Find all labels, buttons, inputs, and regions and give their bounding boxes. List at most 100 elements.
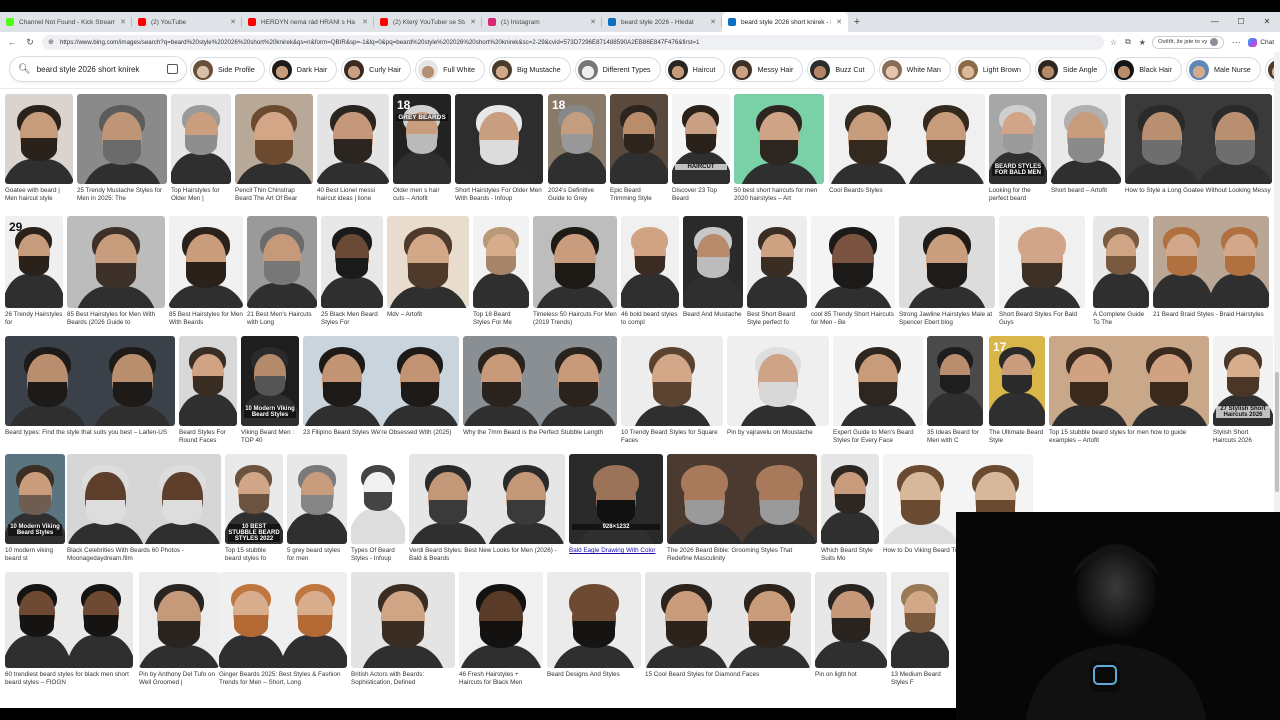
image-thumbnail[interactable] [77, 94, 167, 184]
related-search-chip[interactable]: Black Hair [1111, 57, 1183, 82]
image-caption[interactable]: Pin by vajravelu on Moustache [727, 429, 829, 437]
image-result[interactable]: Why the 7mm Beard is the Perfect Stubble… [463, 336, 617, 437]
image-result[interactable]: Mdv – Artofit [387, 216, 469, 319]
image-thumbnail[interactable] [247, 216, 317, 308]
image-caption[interactable]: The Ultimate Beard Style [989, 429, 1045, 445]
image-thumbnail[interactable] [5, 336, 175, 426]
image-caption[interactable]: cool 85 Trendy Short Haircuts for Men - … [811, 311, 895, 327]
image-result[interactable]: 23 Filipino Beard Styles We're Obsessed … [303, 336, 459, 437]
image-thumbnail[interactable] [821, 454, 879, 544]
image-thumbnail[interactable] [899, 216, 995, 308]
image-result[interactable]: 40 Best Lionel messi haircut ideas | lio… [317, 94, 389, 203]
image-thumbnail[interactable]: 29 [5, 216, 63, 308]
image-result[interactable]: 46 bold beard styles to compl [621, 216, 679, 327]
image-thumbnail[interactable] [621, 336, 723, 426]
image-result[interactable]: 10 Modern Viking Beard Styles Viking Bear… [241, 336, 299, 445]
image-caption[interactable]: 85 Best Hairstyles for Men With Beards (… [67, 311, 165, 327]
star-icon[interactable]: ☆ [1110, 38, 1117, 47]
image-result[interactable]: Best Short Beard Style perfect fo [747, 216, 807, 327]
image-thumbnail[interactable] [683, 216, 743, 308]
related-search-chip[interactable]: Male Nurse [1186, 57, 1261, 82]
image-thumbnail[interactable]: HAIRCUT [672, 94, 730, 184]
image-result[interactable]: BEARD STYLES FOR BALD MEN Looking for the… [989, 94, 1047, 203]
image-caption[interactable]: Older men s hair cuts – Artofit [393, 187, 451, 203]
image-caption[interactable]: Strong Jawline Hairstyles Male at Spence… [899, 311, 995, 327]
image-caption[interactable]: Timeless 50 Haircuts For Men (2019 Trend… [533, 311, 617, 327]
image-thumbnail[interactable] [139, 572, 219, 668]
image-caption[interactable]: Epic Beard Trimming Style [610, 187, 668, 203]
image-result[interactable]: HAIRCUT Discover 23 Top Beard [672, 94, 730, 203]
image-thumbnail[interactable]: 10 BEST STUBBLE BEARD STYLES 2022 [225, 454, 283, 544]
image-thumbnail[interactable] [169, 216, 243, 308]
image-result[interactable]: 27 Stylish Short Haircuts 2026 Stylish Sh… [1213, 336, 1273, 445]
image-caption[interactable]: Pin on light hot [815, 671, 887, 679]
image-caption[interactable]: 2024's Definitive Guide to Grey [548, 187, 606, 203]
image-thumbnail[interactable]: 10 Modern Viking Beard Styles [5, 454, 65, 544]
visual-search-icon[interactable] [167, 64, 178, 74]
image-thumbnail[interactable] [387, 216, 469, 308]
image-caption[interactable]: 5 grey beard styles for men [287, 547, 347, 563]
image-thumbnail[interactable] [455, 94, 543, 184]
tab-close-icon[interactable]: ✕ [590, 18, 596, 26]
copilot-chat-button[interactable]: Chat [1248, 37, 1274, 47]
related-search-chip[interactable]: Haircut [664, 57, 726, 82]
image-result[interactable]: Which Beard Style Suits Mo [821, 454, 879, 563]
image-caption[interactable]: Top Hairstyles for Older Men | [171, 187, 231, 203]
image-thumbnail[interactable] [463, 336, 617, 426]
image-caption[interactable]: Which Beard Style Suits Mo [821, 547, 879, 563]
image-result[interactable]: 60 trendiest beard styles for black men … [5, 572, 133, 687]
related-search-chip[interactable]: Buzz Cut [807, 57, 875, 82]
image-thumbnail[interactable] [179, 336, 237, 426]
related-search-chip[interactable]: Curly Hair [341, 57, 412, 82]
image-caption[interactable]: Bald Eagle Drawing With Color [569, 547, 663, 555]
image-caption[interactable]: The 2026 Beard Bible: Grooming Styles Th… [667, 547, 817, 563]
image-thumbnail[interactable] [1049, 336, 1209, 426]
image-caption[interactable]: 46 Fresh Hairstyles + Haircuts for Black… [459, 671, 543, 687]
image-result[interactable]: 18 2024's Definitive Guide to Grey [548, 94, 606, 203]
image-thumbnail[interactable] [1153, 216, 1269, 308]
image-result[interactable]: 29 26 Trendy Hairstyles for [5, 216, 63, 327]
image-thumbnail[interactable] [610, 94, 668, 184]
new-tab-button[interactable]: + [848, 16, 866, 28]
image-thumbnail[interactable]: 17 [989, 336, 1045, 426]
image-result[interactable]: Types Of Beard Styles - Infoup [351, 454, 405, 563]
image-thumbnail[interactable] [219, 572, 347, 668]
image-caption[interactable]: Why the 7mm Beard is the Perfect Stubble… [463, 429, 617, 437]
image-caption[interactable]: Beard Styles For Round Faces [179, 429, 237, 445]
image-caption[interactable]: Beard Designs And Styles [547, 671, 641, 679]
image-thumbnail[interactable] [533, 216, 617, 308]
image-thumbnail[interactable]: 27 Stylish Short Haircuts 2026 [1213, 336, 1273, 426]
image-thumbnail[interactable] [734, 94, 824, 184]
tab-close-icon[interactable]: ✕ [710, 18, 716, 26]
browser-tab[interactable]: beard style 2026 short knirek - Hle ✕ [722, 12, 848, 32]
image-result[interactable]: Top Hairstyles for Older Men | [171, 94, 231, 203]
image-caption[interactable]: Types Of Beard Styles - Infoup [351, 547, 405, 563]
image-thumbnail[interactable] [815, 572, 887, 668]
image-caption[interactable]: 50 best short haircuts for men 2020 hair… [734, 187, 824, 203]
image-thumbnail[interactable]: 928×1232 [569, 454, 663, 544]
image-thumbnail[interactable] [833, 336, 923, 426]
image-result[interactable]: 10 Trendy Beard Styles for Square Faces [621, 336, 723, 445]
minimize-icon[interactable]: — [1202, 12, 1228, 32]
browser-tab[interactable]: (2) YouTube ✕ [132, 12, 242, 32]
image-result[interactable]: 15 Cool Beard Styles for Diamond Faces [645, 572, 811, 679]
image-result[interactable]: Pencil Thin Chinstrap Beard The Art Of B… [235, 94, 313, 203]
image-result[interactable]: 21 Beard Braid Styles - Braid Hairstyles [1153, 216, 1269, 319]
image-caption[interactable]: British Actors with Beards: Sophisticati… [351, 671, 455, 687]
address-bar[interactable]: ⊕ https://www.bing.com/images/search?q=b… [42, 34, 1104, 50]
image-result[interactable]: 85 Best Hairstyles for Men With Beards (… [67, 216, 165, 327]
image-caption[interactable]: 35 Ideas Beard for Men with C [927, 429, 983, 445]
image-thumbnail[interactable] [811, 216, 895, 308]
image-caption[interactable]: 21 Best Men's Haircuts with Long [247, 311, 317, 327]
tab-close-icon[interactable]: ✕ [470, 18, 476, 26]
browser-tab[interactable]: (1) Instagram ✕ [482, 12, 602, 32]
image-thumbnail[interactable] [927, 336, 983, 426]
image-caption[interactable]: Black Celebrities With Beards 60 Photos … [67, 547, 221, 563]
image-caption[interactable]: 13 Medium Beard Styles F [891, 671, 949, 687]
image-caption[interactable]: Beard types: Find the style that suits y… [5, 429, 175, 437]
image-result[interactable]: Short Hairstyles For Older Men With Bear… [455, 94, 543, 203]
related-search-chip[interactable]: White Man [878, 57, 951, 82]
image-result[interactable]: How to Style a Long Goatee Without Looki… [1125, 94, 1272, 195]
image-caption[interactable]: 26 Trendy Hairstyles for [5, 311, 63, 327]
image-caption[interactable]: Pin by Anthony Del Tufo on Well Groomed … [139, 671, 219, 687]
